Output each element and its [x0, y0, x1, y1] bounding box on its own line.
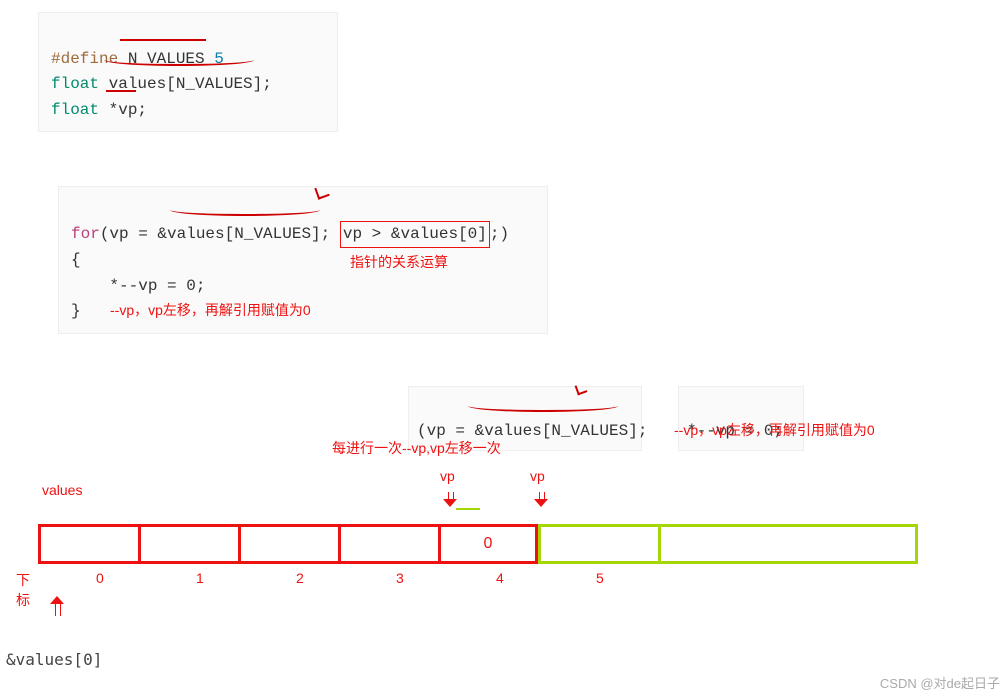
- arrow-vp-b: [534, 492, 548, 506]
- code-snippet-deref: *--vp = 0;: [678, 386, 804, 451]
- tok-brace-close: }: [71, 302, 81, 320]
- cell-3: [338, 524, 438, 564]
- anno-decr-vp-2: --vp，vp左移，再解引用赋值为0: [674, 420, 875, 440]
- anno-decr-vp-1: --vp，vp左移，再解引用赋值为0: [110, 300, 311, 320]
- array-cells: 0: [38, 524, 918, 564]
- addr0-label: &values[0]: [6, 650, 102, 669]
- watermark: CSDN @对de起日子: [880, 673, 1000, 692]
- tok-vp-decl: *vp;: [99, 101, 147, 119]
- cell-2: [238, 524, 338, 564]
- idx-4: 4: [496, 570, 504, 586]
- cell-1: [138, 524, 238, 564]
- underline-nvalues: [120, 39, 206, 41]
- code-block-define: #define N_VALUES 5 float values[N_VALUES…: [38, 12, 338, 132]
- tok-body: *--vp = 0;: [71, 277, 205, 295]
- tok-float1: float: [51, 75, 99, 93]
- tok-float2: float: [51, 101, 99, 119]
- idx-5: 5: [596, 570, 604, 586]
- cell-0: [38, 524, 138, 564]
- tok-define: #define: [51, 50, 118, 68]
- condition-box: vp > &values[0]: [340, 221, 490, 249]
- idx-2: 2: [296, 570, 304, 586]
- arrow-addr0: [50, 596, 64, 616]
- tok-for-part1: (vp = &values[N_VALUES];: [100, 225, 340, 243]
- idx-0: 0: [96, 570, 104, 586]
- tok-for: for: [71, 225, 100, 243]
- tok-for-part2: ;): [490, 225, 509, 243]
- anno-relational: 指针的关系运算: [350, 252, 448, 272]
- idx-3: 3: [396, 570, 404, 586]
- anno-each-iter: 每进行一次--vp,vp左移一次: [332, 438, 501, 458]
- underline-star-vp: [106, 90, 136, 92]
- index-label: 下标: [16, 570, 38, 610]
- values-label: values: [42, 482, 82, 498]
- vp-label-b: vp: [530, 468, 545, 484]
- vp-label-a: vp: [440, 468, 455, 484]
- cell-5: [538, 524, 658, 564]
- snippet1-text: (vp = &values[N_VALUES];: [417, 422, 647, 440]
- green-tick: [456, 508, 480, 510]
- tok-brace-open: {: [71, 251, 81, 269]
- cell-extra: [658, 524, 918, 564]
- cell-4: 0: [438, 524, 538, 564]
- idx-1: 1: [196, 570, 204, 586]
- arrow-vp-a: [443, 492, 457, 506]
